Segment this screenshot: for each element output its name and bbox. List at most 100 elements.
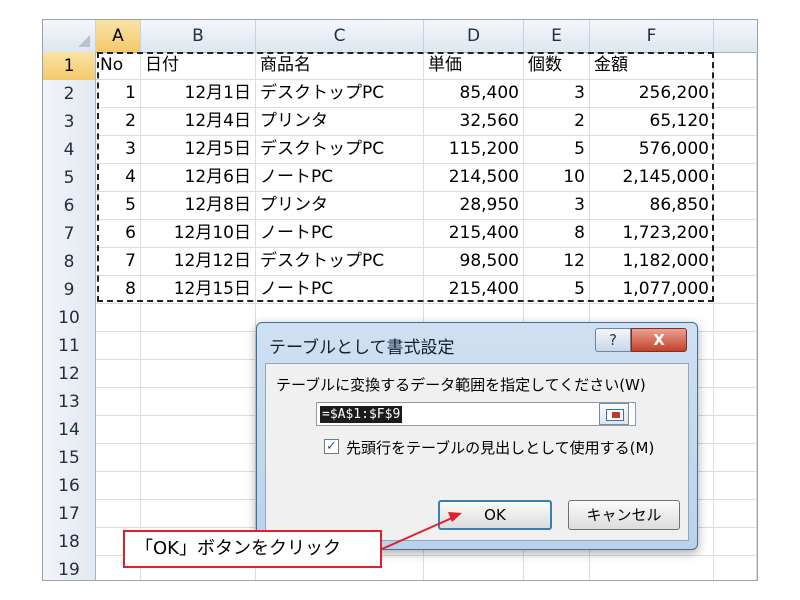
grid-cell[interactable]: プリンタ [256,192,424,219]
grid-cell[interactable]: 1,077,000 [590,276,714,303]
grid-cell[interactable] [524,556,590,580]
grid-cell[interactable]: 3 [524,192,590,219]
grid-cell[interactable]: 8 [524,220,590,247]
grid-cell[interactable] [141,472,256,499]
grid-cell[interactable] [714,416,757,443]
grid-cell[interactable] [714,164,757,191]
grid-cell[interactable]: ノートPC [256,220,424,247]
grid-cell[interactable] [714,80,757,107]
grid-cell[interactable]: 4 [96,164,141,191]
grid-cell[interactable] [714,556,757,580]
grid-cell[interactable]: 12 [524,248,590,275]
grid-cell[interactable] [714,472,757,499]
row-header[interactable]: 6 [43,192,96,220]
grid-cell[interactable]: 5 [96,192,141,219]
grid-cell[interactable]: 65,120 [590,108,714,135]
grid-cell[interactable]: 8 [96,276,141,303]
grid-cell[interactable]: 115,200 [424,136,524,163]
row-header[interactable]: 15 [43,444,96,472]
grid-cell[interactable]: 3 [524,80,590,107]
grid-cell[interactable]: ノートPC [256,276,424,303]
grid-cell[interactable] [714,388,757,415]
grid-cell[interactable] [424,556,524,580]
column-header-a[interactable]: A [96,20,141,52]
grid-cell[interactable] [141,304,256,331]
grid-cell[interactable] [714,276,757,303]
grid-cell[interactable]: 10 [524,164,590,191]
grid-cell[interactable]: 12月12日 [141,248,256,275]
grid-cell[interactable]: 215,400 [424,220,524,247]
grid-cell[interactable]: 215,400 [424,276,524,303]
grid-cell[interactable]: 28,950 [424,192,524,219]
grid-cell[interactable]: 単価 [424,52,524,79]
grid-cell[interactable] [141,500,256,527]
grid-cell[interactable] [141,416,256,443]
grid-cell[interactable] [714,444,757,471]
grid-cell[interactable] [96,472,141,499]
grid-cell[interactable]: 576,000 [590,136,714,163]
row-header[interactable]: 1 [43,52,96,80]
column-header-d[interactable]: D [424,20,524,52]
grid-cell[interactable] [714,192,757,219]
row-header[interactable]: 16 [43,472,96,500]
row-header[interactable]: 3 [43,108,96,136]
close-button[interactable]: X [631,328,687,352]
grid-cell[interactable]: 2 [524,108,590,135]
grid-cell[interactable]: 1,723,200 [590,220,714,247]
row-header[interactable]: 7 [43,220,96,248]
row-header[interactable]: 5 [43,164,96,192]
grid-cell[interactable]: 5 [524,276,590,303]
header-row-checkbox-label[interactable]: 先頭行をテーブルの見出しとして使用する(M) [346,437,654,458]
grid-cell[interactable]: 12月5日 [141,136,256,163]
grid-cell[interactable] [714,500,757,527]
grid-cell[interactable]: 3 [96,136,141,163]
grid-cell[interactable]: 12月1日 [141,80,256,107]
grid-cell[interactable]: 256,200 [590,80,714,107]
grid-cell[interactable] [714,528,757,555]
grid-cell[interactable] [714,304,757,331]
grid-cell[interactable]: 98,500 [424,248,524,275]
grid-cell[interactable]: No [96,52,141,79]
grid-cell[interactable] [96,444,141,471]
grid-cell[interactable]: ノートPC [256,164,424,191]
range-input[interactable]: =$A$1:$F$9 [316,402,636,426]
grid-cell[interactable] [141,332,256,359]
grid-cell[interactable] [714,52,757,79]
grid-cell[interactable] [96,388,141,415]
grid-cell[interactable]: 2,145,000 [590,164,714,191]
grid-cell[interactable] [96,304,141,331]
grid-cell[interactable]: 32,560 [424,108,524,135]
grid-cell[interactable]: 12月4日 [141,108,256,135]
row-header[interactable]: 19 [43,556,96,580]
grid-cell[interactable] [590,556,714,580]
grid-cell[interactable] [96,500,141,527]
grid-cell[interactable] [714,332,757,359]
grid-cell[interactable]: 金額 [590,52,714,79]
grid-cell[interactable] [96,416,141,443]
row-header[interactable]: 9 [43,276,96,304]
grid-cell[interactable]: 7 [96,248,141,275]
grid-cell[interactable]: デスクトップPC [256,136,424,163]
grid-cell[interactable]: 商品名 [256,52,424,79]
column-header-c[interactable]: C [256,20,424,52]
grid-cell[interactable]: 5 [524,136,590,163]
grid-cell[interactable] [141,388,256,415]
grid-cell[interactable]: 214,500 [424,164,524,191]
range-collapse-button[interactable] [599,403,629,425]
grid-cell[interactable]: 1,182,000 [590,248,714,275]
row-header[interactable]: 4 [43,136,96,164]
ok-button[interactable]: OK [438,500,552,530]
grid-cell[interactable]: 12月8日 [141,192,256,219]
help-button[interactable]: ? [595,328,631,352]
row-header[interactable]: 13 [43,388,96,416]
grid-cell[interactable] [714,136,757,163]
row-header[interactable]: 8 [43,248,96,276]
grid-cell[interactable]: 2 [96,108,141,135]
column-header-e[interactable]: E [524,20,590,52]
grid-cell[interactable] [714,108,757,135]
grid-cell[interactable]: 12月6日 [141,164,256,191]
grid-cell[interactable]: 12月10日 [141,220,256,247]
row-header[interactable]: 12 [43,360,96,388]
column-header-b[interactable]: B [141,20,256,52]
grid-cell[interactable]: 85,400 [424,80,524,107]
